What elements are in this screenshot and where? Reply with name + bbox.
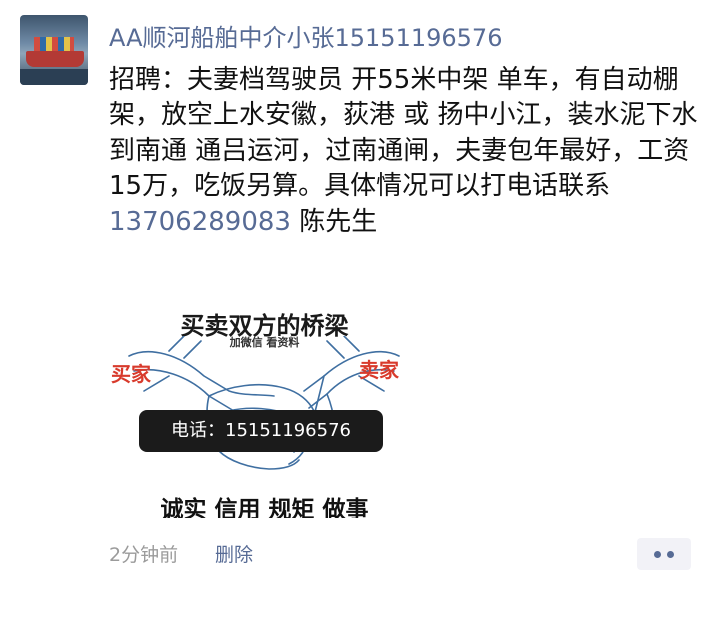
- post-text-contact: 陈先生: [290, 206, 378, 237]
- author-name[interactable]: AA顺河船舶中介小张15151196576: [109, 18, 502, 53]
- post-text: 招聘：夫妻档驾驶员 开55米中架 单车，有自动棚架，放空上水安徽，荻港 或 扬中…: [109, 63, 699, 240]
- ship-hull: [26, 51, 84, 67]
- ship-cargo: [34, 37, 74, 51]
- more-dot-icon: [667, 551, 674, 558]
- more-dot-icon: [654, 551, 661, 558]
- buyer-label: 买家: [111, 362, 151, 386]
- post-text-main: 招聘：夫妻档驾驶员 开55米中架 单车，有自动棚架，放空上水安徽，荻港 或 扬中…: [109, 65, 698, 202]
- delete-link[interactable]: 删除: [215, 540, 253, 567]
- seller-label: 卖家: [359, 358, 399, 382]
- author-avatar[interactable]: [20, 15, 88, 85]
- ad-motto: 诚实 信用 规矩 做事: [160, 496, 369, 518]
- post-time: 2分钟前: [109, 544, 179, 566]
- phone-link[interactable]: 13706289083: [109, 207, 291, 237]
- sea: [20, 69, 88, 85]
- post-image[interactable]: 买卖双方的桥梁 加微信 看资料 买家 卖家 电话：15151196576 诚实 …: [109, 306, 420, 518]
- more-button[interactable]: [637, 538, 691, 570]
- detected-phone-badge[interactable]: 电话：15151196576: [139, 410, 383, 452]
